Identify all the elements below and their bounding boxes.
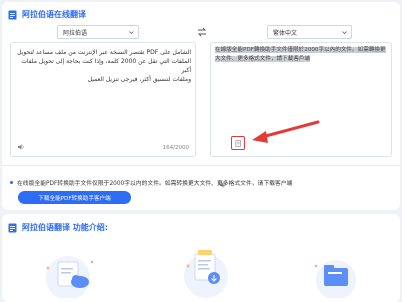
swap-icon[interactable] bbox=[197, 27, 207, 37]
feature-illustration-cloud bbox=[46, 256, 94, 298]
source-line: الملفات التي تقل عن 2000 كلمة، وإذا كنت … bbox=[21, 58, 191, 74]
divider bbox=[2, 165, 400, 166]
target-language-value: 繁体中文 bbox=[273, 29, 298, 37]
character-counter: 164/2000 bbox=[162, 145, 189, 151]
features-title: 阿拉伯语翻译 功能介绍: bbox=[22, 223, 108, 232]
caret-down-icon bbox=[129, 31, 134, 35]
copy-icon bbox=[235, 139, 241, 147]
notice: 在线版全能PDF转换助手文件仅限于2000字以内的文件。如需转换更大文件、更多格… bbox=[10, 178, 292, 187]
source-text-panel[interactable]: الشامل على PDF تقتصر النسخة عبر الإنترنت… bbox=[10, 42, 196, 157]
page-title: 阿拉伯语在线翻译 bbox=[22, 10, 86, 19]
source-line: وملفات لتنسيق أكثر، فيرجى تنزيل العميل bbox=[87, 76, 191, 83]
bullet-dot-icon bbox=[10, 181, 13, 184]
translation-text-value: 在線版全能PDF轉換助手文件僅限於2000字以內的文件。如需轉換更大文件、更多格… bbox=[215, 47, 386, 62]
page: 阿拉伯语在线翻译 阿拉伯语 繁体中文 الشامل على PDF تقتصر … bbox=[0, 0, 402, 302]
document-icon bbox=[8, 223, 17, 232]
source-language-select[interactable]: 阿拉伯语 bbox=[57, 25, 139, 39]
source-line: الشامل على PDF تقتصر النسخة عبر الإنترنت… bbox=[17, 49, 191, 56]
target-language-select[interactable]: 繁体中文 bbox=[267, 25, 352, 39]
document-icon bbox=[8, 10, 17, 19]
download-client-button[interactable]: 下载全能PDF转换助手客户端 bbox=[18, 191, 131, 204]
feature-illustration-folder bbox=[314, 260, 356, 298]
source-text[interactable]: الشامل على PDF تقتصر النسخة عبر الإنترنت… bbox=[17, 48, 191, 84]
caret-down-icon bbox=[342, 31, 347, 35]
translation-panel: 在線版全能PDF轉換助手文件僅限於2000字以內的文件。如需轉換更大文件、更多格… bbox=[210, 42, 392, 188]
source-language-value: 阿拉伯语 bbox=[63, 29, 88, 37]
translation-text: 在線版全能PDF轉換助手文件僅限於2000字以內的文件。如需轉換更大文件、更多格… bbox=[215, 46, 389, 64]
notice-text: 在线版全能PDF转换助手文件仅限于2000字以内的文件。如需转换更大文件、更多格… bbox=[17, 181, 293, 187]
page-title-row: 阿拉伯语在线翻译 bbox=[8, 9, 86, 20]
speaker-icon[interactable] bbox=[17, 143, 25, 151]
features-title-row: 阿拉伯语翻译 功能介绍: bbox=[8, 222, 108, 233]
copy-button[interactable] bbox=[231, 136, 245, 150]
feature-illustration-documents bbox=[184, 250, 228, 298]
